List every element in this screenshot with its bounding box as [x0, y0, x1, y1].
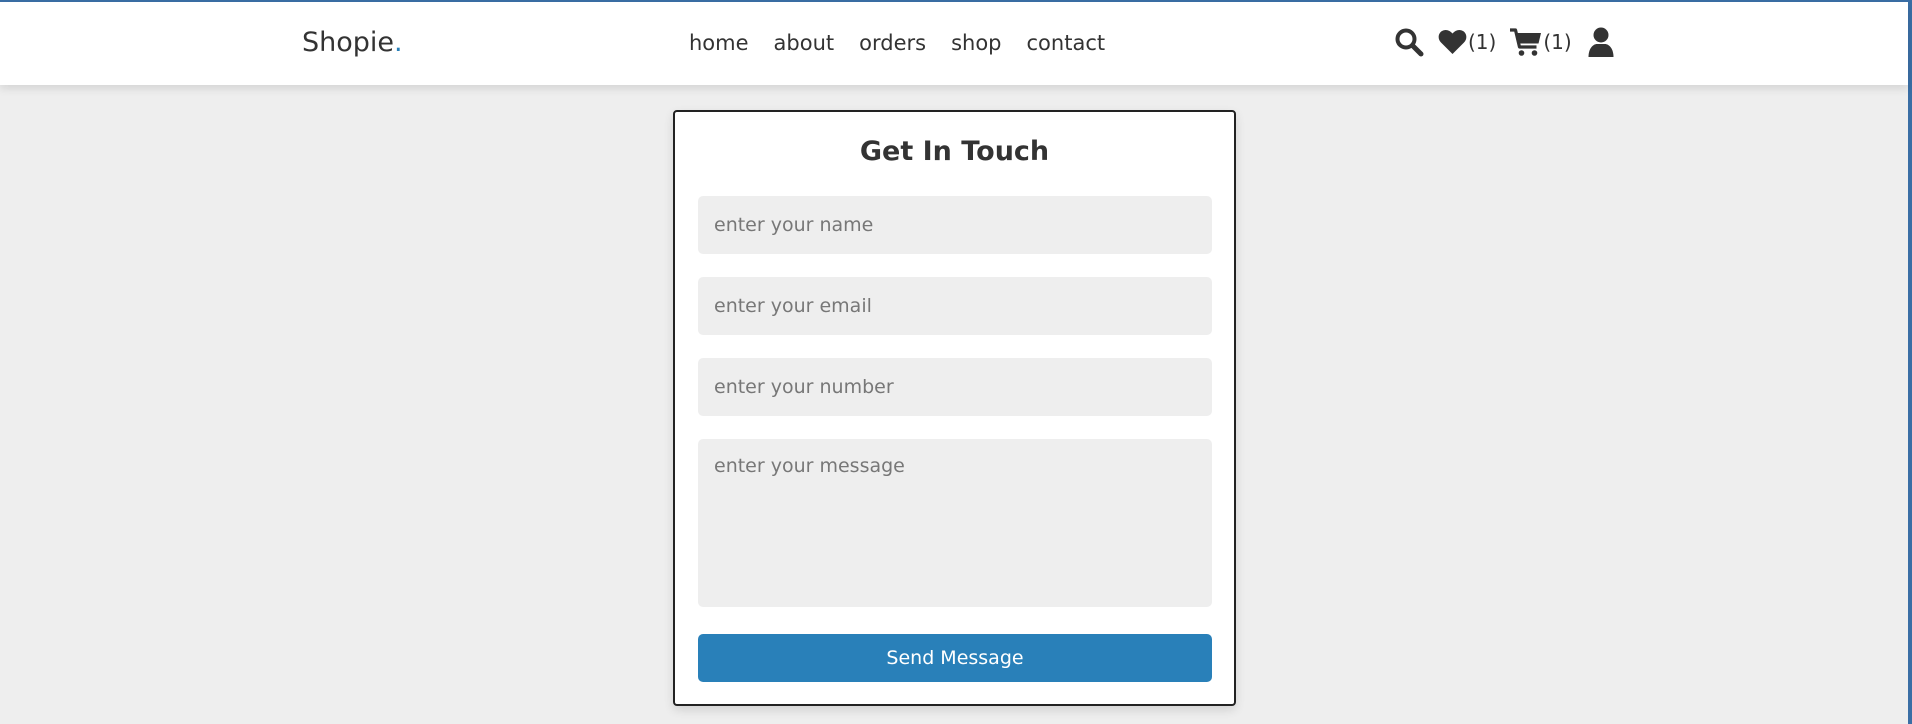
user-button[interactable] — [1588, 27, 1614, 57]
nav-about[interactable]: about — [774, 31, 835, 55]
cart-icon — [1510, 27, 1542, 57]
main-nav: home about orders shop contact — [689, 31, 1130, 55]
header: Shopie. home about orders shop contact (… — [0, 2, 1908, 85]
send-message-button[interactable]: Send Message — [698, 634, 1212, 682]
wishlist-count: (1) — [1468, 30, 1497, 54]
header-icons: (1) (1) — [1394, 27, 1614, 57]
wishlist-button[interactable]: (1) — [1438, 29, 1496, 55]
nav-orders[interactable]: orders — [859, 31, 926, 55]
nav-contact[interactable]: contact — [1027, 31, 1106, 55]
page: Shopie. home about orders shop contact (… — [0, 0, 1912, 724]
logo-text: Shopie — [302, 27, 395, 58]
form-title: Get In Touch — [859, 136, 1050, 167]
search-icon — [1394, 27, 1424, 57]
nav-shop[interactable]: shop — [951, 31, 1001, 55]
heart-icon — [1438, 29, 1467, 55]
search-button[interactable] — [1394, 27, 1424, 57]
logo-dot: . — [394, 27, 403, 58]
user-icon — [1588, 27, 1614, 57]
email-input[interactable] — [698, 277, 1212, 335]
number-input[interactable] — [698, 358, 1212, 416]
logo[interactable]: Shopie. — [302, 27, 403, 58]
nav-home[interactable]: home — [689, 31, 749, 55]
cart-button[interactable]: (1) — [1510, 27, 1572, 57]
name-input[interactable] — [698, 196, 1212, 254]
contact-form: Get In Touch Send Message — [673, 110, 1236, 706]
cart-count: (1) — [1543, 30, 1572, 54]
message-textarea[interactable] — [698, 439, 1212, 607]
